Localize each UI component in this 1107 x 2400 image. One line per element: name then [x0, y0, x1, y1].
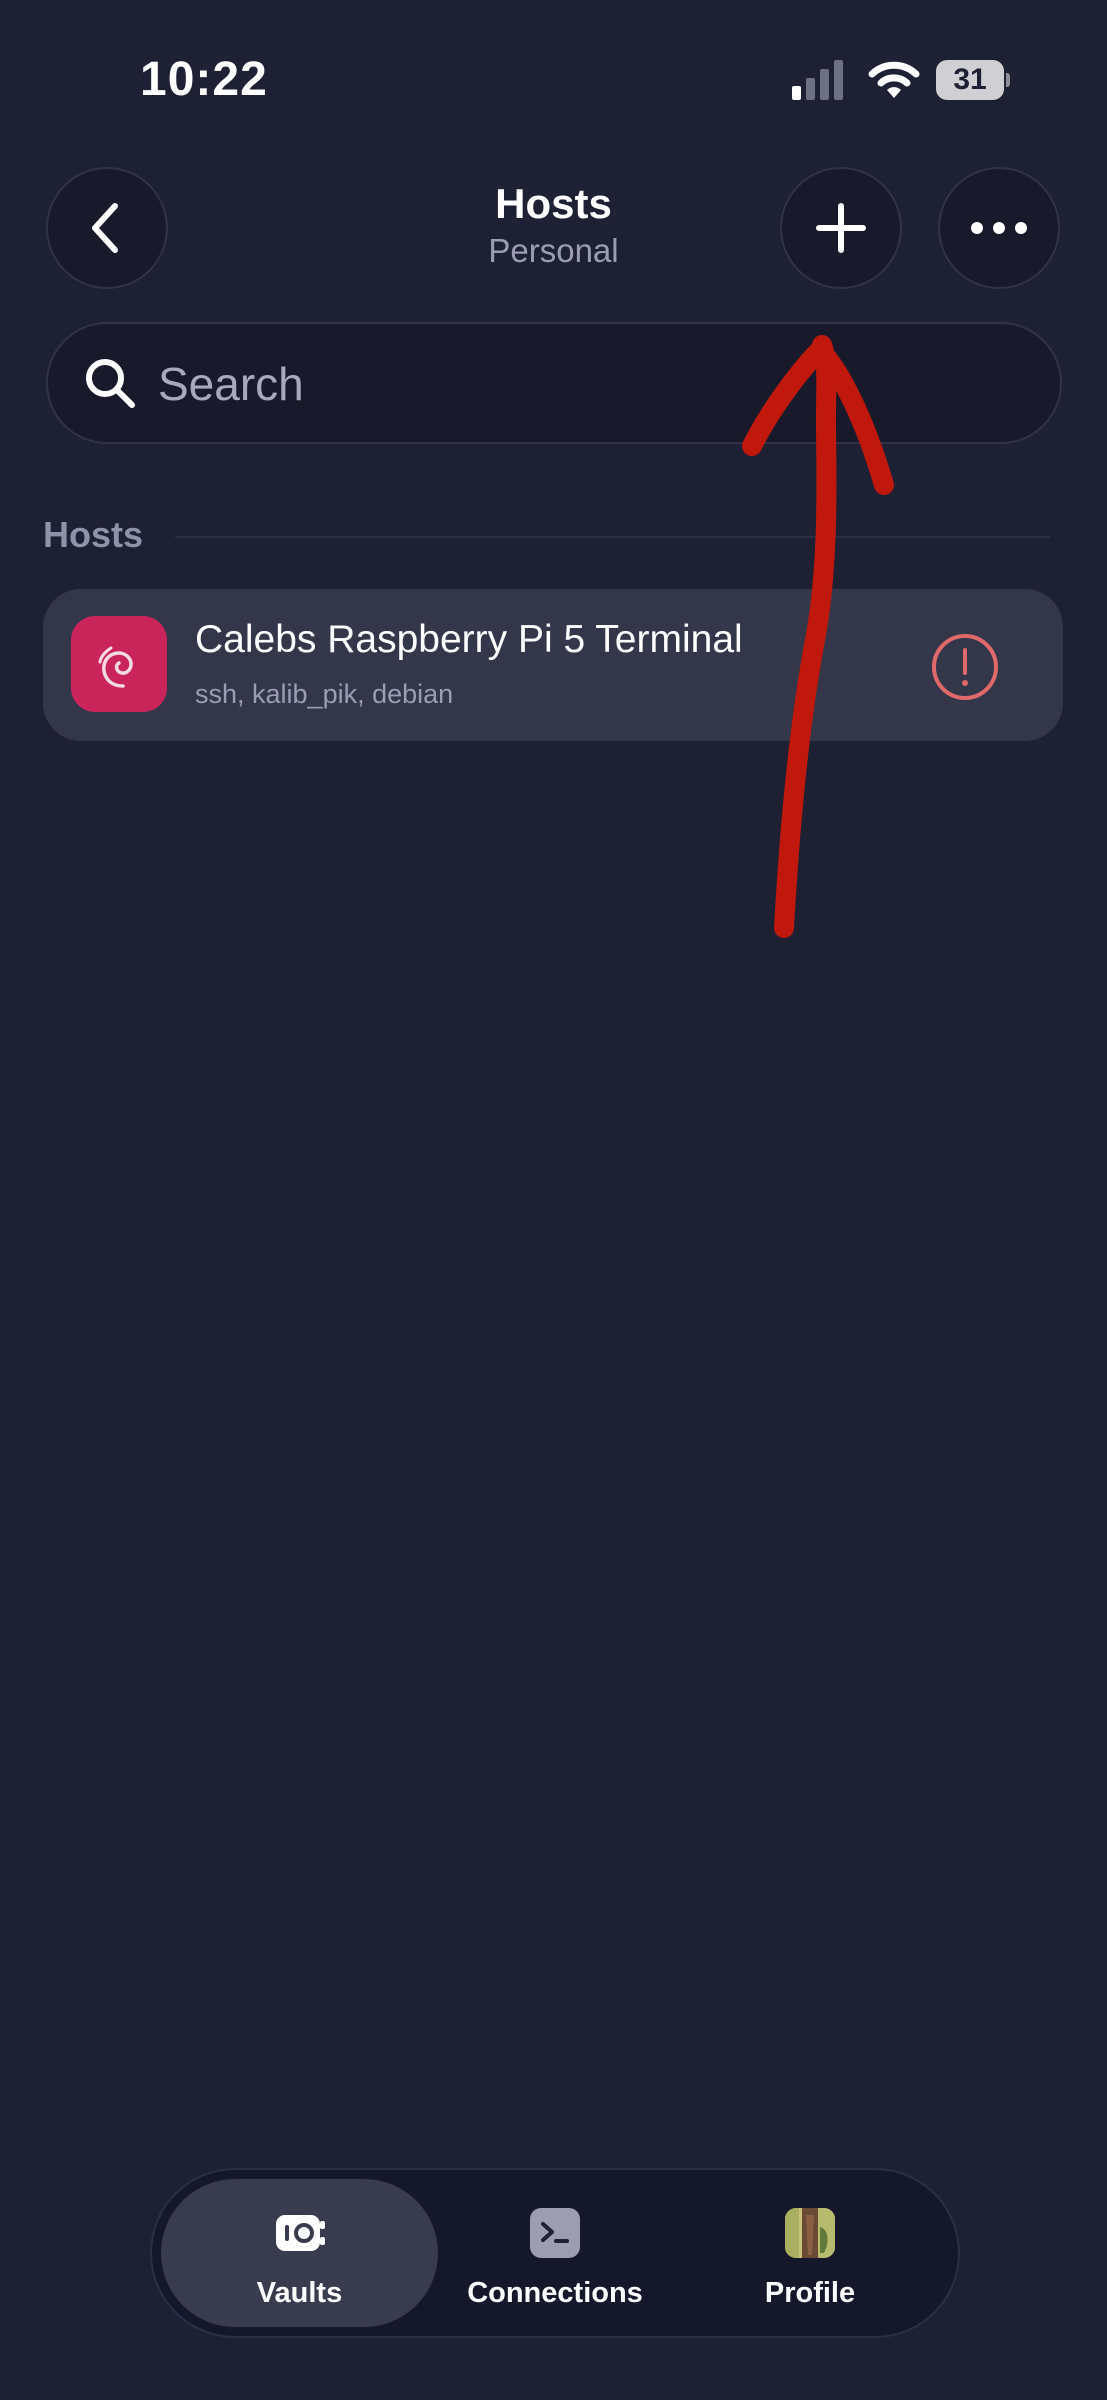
tab-vaults[interactable]: Vaults	[161, 2179, 438, 2327]
battery-indicator: 31	[936, 60, 1010, 100]
tab-profile[interactable]: Profile	[700, 2179, 920, 2327]
terminal-icon	[530, 2208, 580, 2258]
plus-icon	[816, 203, 866, 253]
ellipsis-icon	[971, 222, 1027, 234]
host-name: Calebs Raspberry Pi 5 Terminal	[195, 618, 743, 661]
wifi-icon	[868, 61, 920, 98]
warning-icon[interactable]	[930, 632, 1000, 702]
debian-swirl-icon	[98, 646, 133, 688]
tab-label-profile: Profile	[764, 2277, 856, 2309]
debian-icon	[71, 616, 167, 712]
section-divider	[175, 536, 1050, 538]
battery-nub	[1006, 73, 1010, 87]
add-host-button[interactable]	[780, 167, 902, 289]
host-details: ssh, kalib_pik, debian	[195, 679, 454, 709]
cellular-signal-icon	[792, 60, 843, 100]
status-time: 10:22	[140, 53, 268, 106]
host-list-item[interactable]	[43, 589, 1063, 741]
tab-label-vaults: Vaults	[256, 2277, 343, 2309]
vault-icon	[275, 2215, 325, 2251]
annotation-arrow	[742, 335, 894, 938]
more-options-button[interactable]	[938, 167, 1060, 289]
search-icon	[86, 359, 135, 408]
battery-percent: 31	[953, 63, 987, 96]
avatar-icon	[785, 2208, 835, 2258]
tab-label-connections: Connections	[467, 2277, 643, 2309]
tab-connections[interactable]: Connections	[440, 2179, 670, 2327]
search-input[interactable]	[156, 348, 960, 420]
section-heading-hosts: Hosts	[43, 514, 144, 555]
